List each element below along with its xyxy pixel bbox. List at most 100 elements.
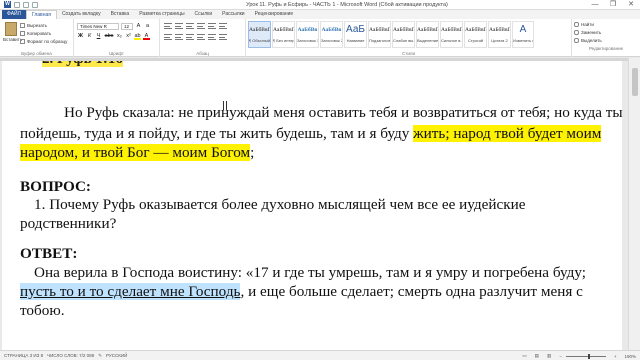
read-mode-icon[interactable]: ▭ (522, 353, 526, 359)
zoom-thumb[interactable] (587, 353, 590, 359)
font-group-label: Шрифт (109, 51, 124, 56)
language[interactable]: РУССКИЙ (106, 353, 127, 358)
find-button[interactable]: Найти (574, 22, 638, 27)
page-count[interactable]: СТРАНИЦА 3 ИЗ 8 (4, 353, 43, 358)
decrease-indent-icon[interactable] (197, 23, 205, 29)
copy-icon (20, 31, 25, 36)
change-styles-icon: A (519, 24, 527, 35)
change-styles-label: Изменить стили (513, 38, 533, 43)
style-title[interactable]: АаБ Название (344, 21, 367, 48)
web-layout-icon[interactable]: ▥ (547, 353, 551, 359)
word-count[interactable]: ЧИСЛО СЛОВ: 7/2 088 (47, 353, 94, 358)
multilevel-list-icon[interactable] (186, 23, 194, 29)
font-color-icon[interactable]: A (143, 33, 150, 40)
style-heading-2[interactable]: АаБбВв Заголовок 2 (320, 21, 343, 48)
vertical-scrollbar[interactable] (628, 58, 640, 350)
document-page[interactable]: 2. Руфь 1:16 Но Руфь сказала: не принужд… (2, 58, 623, 350)
shrink-font-icon[interactable]: a (144, 23, 151, 30)
select-button[interactable]: Выделить (574, 38, 638, 43)
tab-new[interactable]: Создать вкладку (57, 10, 106, 19)
style-name: ¶ Обычный (249, 38, 270, 43)
style-intense-emphasis[interactable]: АаБбВвГг Сильное в... (440, 21, 463, 48)
tab-home[interactable]: Главная (25, 9, 57, 20)
paragraph-group: Абзац (160, 19, 246, 57)
align-center-icon[interactable] (175, 34, 183, 40)
sort-icon[interactable] (219, 23, 227, 29)
tab-file[interactable]: ФАЙЛ (2, 10, 26, 19)
save-icon[interactable] (14, 1, 20, 8)
style-strong[interactable]: АаБбВвГг Строгий (464, 21, 487, 48)
restore-button[interactable]: ❐ (604, 0, 622, 10)
style-emphasis[interactable]: АаБбВвГг Выделение (416, 21, 439, 48)
style-sample: АаБбВвГг (465, 27, 486, 33)
replace-button[interactable]: Заменить (574, 30, 638, 35)
format-painter-button[interactable]: Формат по образцу (20, 39, 67, 44)
justify-icon[interactable] (197, 34, 205, 40)
select-label: Выделить (581, 38, 602, 43)
p1-line-1: Но Руфь сказала: не принуждай меня остав… (64, 104, 623, 121)
superscript-button[interactable]: x² (125, 33, 132, 40)
style-name: Заголовок 2 (321, 38, 342, 43)
style-normal[interactable]: АаБбВвГг ¶ Обычный (248, 21, 271, 48)
close-button[interactable]: ✕ (622, 0, 640, 10)
font-name-select[interactable]: Times New R (77, 23, 119, 30)
style-subtitle[interactable]: АаБбВвГ Подзаголов... (368, 21, 391, 48)
highlight-color-icon[interactable]: ab (134, 33, 141, 40)
select-icon (574, 38, 579, 43)
minimize-button[interactable]: — (586, 0, 604, 10)
copy-button[interactable]: Копировать (20, 31, 51, 36)
style-subtle-emphasis[interactable]: АаБбВвГг Слабое вы... (392, 21, 415, 48)
style-no-spacing[interactable]: АаБбВвГг ¶ Без интер... (272, 21, 295, 48)
line-spacing-icon[interactable] (208, 34, 216, 40)
align-left-icon[interactable] (164, 34, 172, 40)
style-name: Слабое вы... (393, 38, 414, 43)
editing-group: Найти Заменить Выделить Редактирование (574, 22, 638, 51)
tab-page-layout[interactable]: Разметка страницы (134, 10, 189, 19)
tab-mailings[interactable]: Рассылки (217, 10, 249, 19)
bullets-icon[interactable] (164, 23, 172, 29)
print-layout-icon[interactable]: ▤ (535, 353, 539, 359)
style-name: Сильное в... (441, 38, 462, 43)
paste-button[interactable]: Вставить (3, 22, 22, 44)
tab-insert[interactable]: Вставка (106, 10, 135, 19)
zoom-slider[interactable] (565, 353, 606, 359)
paragraph-group-label: Абзац (196, 51, 209, 56)
increase-indent-icon[interactable] (208, 23, 216, 29)
style-heading-1[interactable]: АаБбВв Заголовок 1 (296, 21, 319, 48)
shading-icon[interactable] (219, 34, 227, 40)
align-right-icon[interactable] (186, 34, 194, 40)
ribbon: Вставить Вырезать Копировать Формат по о… (0, 19, 640, 57)
subscript-button[interactable]: x₂ (116, 33, 123, 40)
question-line-2: родственники? (20, 215, 117, 232)
tab-review[interactable]: Рецензирование (250, 10, 299, 19)
style-sample: АаБбВвГг (393, 27, 414, 33)
quick-access-toolbar: W (0, 1, 120, 8)
zoom-level[interactable]: 190% (624, 354, 636, 359)
style-quote-2[interactable]: АаБбВвГг Цитата 2 (488, 21, 511, 48)
styles-gallery: АаБбВвГг ¶ Обычный АаБбВвГг ¶ Без интер.… (248, 21, 534, 48)
cut-button[interactable]: Вырезать (20, 23, 47, 28)
style-name: Цитата 2 (491, 38, 508, 43)
bold-button[interactable]: Ж (77, 33, 84, 40)
replace-icon (574, 30, 579, 35)
proofing-icon[interactable]: ✎ (98, 353, 102, 359)
italic-button[interactable]: К (86, 33, 93, 40)
zoom-out-icon[interactable]: − (559, 354, 562, 359)
answer-line-1: Она верила в Господа воистину: «17 и где… (34, 264, 586, 281)
underline-button[interactable]: Ч (95, 33, 102, 40)
redo-icon[interactable] (32, 1, 38, 8)
scrollbar-thumb[interactable] (632, 68, 638, 96)
p1-line-2: пойдешь, туда и я пойду, и где ты жить б… (20, 124, 602, 143)
change-styles-button[interactable]: A Изменить стили (512, 21, 534, 48)
title-bar: W Урок 11. Руфь и Есфирь - ЧАСТЬ 1 - Mic… (0, 0, 640, 10)
tab-references[interactable]: Ссылки (190, 10, 218, 19)
zoom-in-icon[interactable]: + (614, 354, 617, 359)
undo-icon[interactable] (23, 1, 29, 8)
document-area: 2. Руфь 1:16 Но Руфь сказала: не принужд… (0, 58, 640, 350)
strikethrough-button[interactable]: abc (104, 33, 114, 40)
grow-font-icon[interactable]: A (135, 23, 142, 30)
question-line-1: 1. Почему Руфь оказывается более духовно… (34, 196, 526, 213)
font-size-select[interactable]: 12 (121, 23, 133, 30)
scissors-icon (20, 23, 25, 28)
numbering-icon[interactable] (175, 23, 183, 29)
